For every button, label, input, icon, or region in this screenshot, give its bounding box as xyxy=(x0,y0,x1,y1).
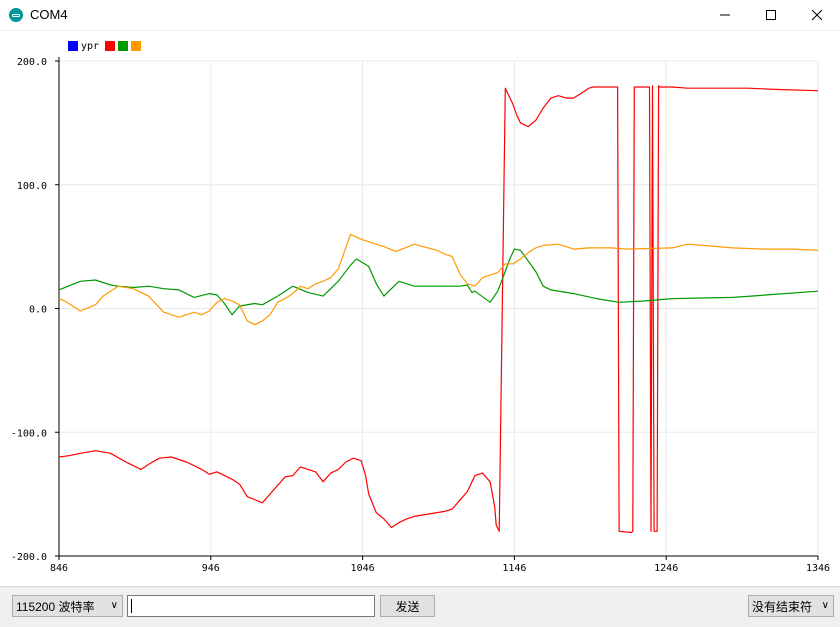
serial-plotter: 846 946 1046 1146 1246 1346 200.0 100.0 0.0 -100.… xyxy=(0,31,840,586)
y-tick-label: 200.0 xyxy=(17,57,47,68)
maximize-button[interactable] xyxy=(748,0,794,30)
close-icon xyxy=(811,9,823,21)
y-tick-label: -100.0 xyxy=(11,428,47,439)
minimize-icon xyxy=(720,14,730,16)
line-ending-value: 没有结束符 xyxy=(752,599,813,614)
series-line-3 xyxy=(58,233,819,326)
series-line-1 xyxy=(58,85,819,534)
chevron-down-icon: ∨ xyxy=(110,600,118,611)
series-lines xyxy=(58,85,819,534)
tick-labels: 846 946 1046 1146 1246 1346 200.0 100.0 0.0 -100.… xyxy=(11,57,830,574)
x-tick-label: 1346 xyxy=(806,563,830,574)
minimize-button[interactable] xyxy=(702,0,748,30)
maximize-icon xyxy=(766,10,776,20)
legend-swatch-2 xyxy=(105,41,115,51)
y-tick-label: 0.0 xyxy=(29,305,47,316)
series-line-2 xyxy=(58,248,819,316)
legend: ypr xyxy=(68,41,141,52)
legend-swatch-3 xyxy=(118,41,128,51)
legend-swatch-4 xyxy=(131,41,141,51)
serial-input[interactable] xyxy=(127,595,375,617)
bottom-toolbar: 115200 波特率 ∨ 发送 没有结束符 ∨ xyxy=(0,586,840,627)
chevron-down-icon: ∨ xyxy=(821,600,829,611)
line-ending-select[interactable]: 没有结束符 ∨ xyxy=(748,595,834,617)
baud-rate-value: 115200 波特率 xyxy=(16,599,95,614)
close-button[interactable] xyxy=(794,0,840,30)
x-tick-label: 1246 xyxy=(654,563,678,574)
x-tick-label: 946 xyxy=(202,563,220,574)
baud-rate-select[interactable]: 115200 波特率 ∨ xyxy=(12,595,123,617)
plot-canvas: 846 946 1046 1146 1246 1346 200.0 100.0 0.0 -100.… xyxy=(11,41,830,574)
x-tick-label: 1146 xyxy=(502,563,526,574)
y-tick-label: -200.0 xyxy=(11,552,47,563)
send-button[interactable]: 发送 xyxy=(380,595,435,617)
arduino-icon xyxy=(9,8,23,22)
title-bar: COM4 xyxy=(0,0,840,31)
text-caret xyxy=(131,599,132,613)
grid xyxy=(58,60,819,557)
legend-swatch-1 xyxy=(68,41,78,51)
y-tick-label: 100.0 xyxy=(17,181,47,192)
x-tick-label: 1046 xyxy=(351,563,375,574)
window-title: COM4 xyxy=(30,7,68,22)
legend-label: ypr xyxy=(81,41,99,52)
x-tick-label: 846 xyxy=(50,563,68,574)
